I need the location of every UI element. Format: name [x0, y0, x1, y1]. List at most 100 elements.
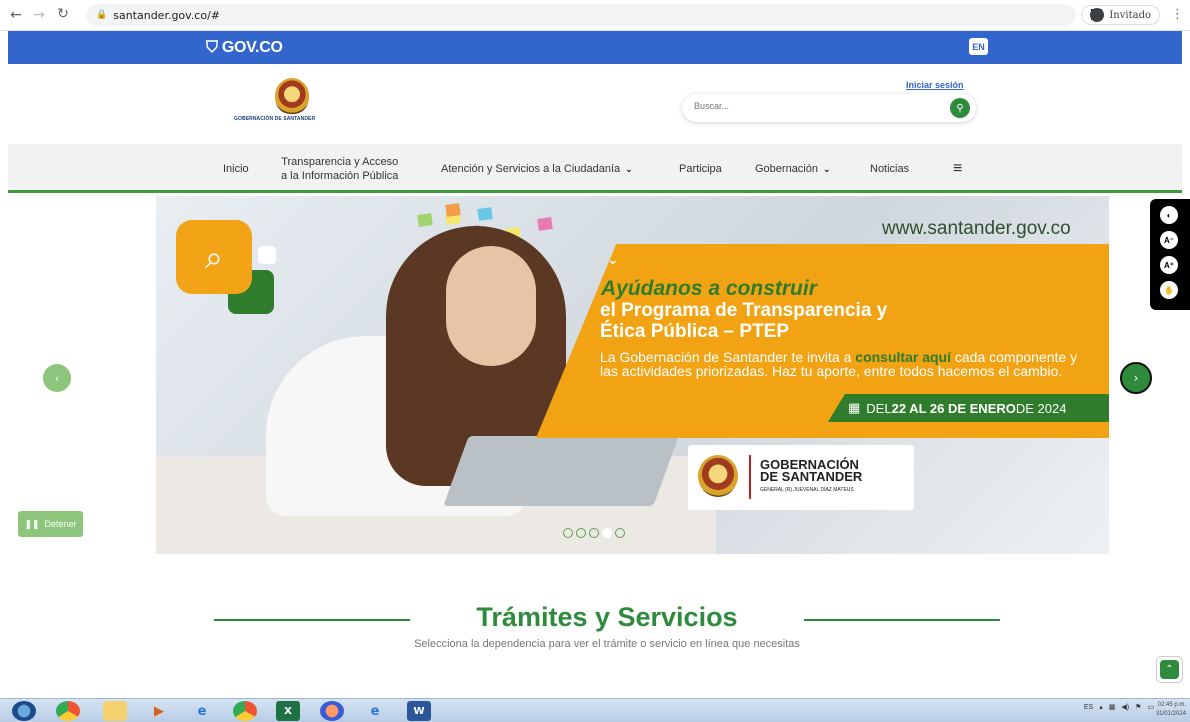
sticky-note	[477, 207, 493, 221]
menu-kebab-icon[interactable]: ⋮	[1171, 7, 1184, 22]
chrome-taskbar-icon-2[interactable]	[233, 701, 257, 721]
chevron-right-icon: ›	[1133, 371, 1139, 385]
section-subtitle: Selecciona la dependencia para ver el tr…	[414, 638, 800, 650]
forward-icon[interactable]: →	[29, 7, 49, 23]
network-icon[interactable]: ▦	[1109, 703, 1116, 711]
increase-text-icon[interactable]: A⁺	[1160, 256, 1178, 274]
clock[interactable]: 02:45 p.m. 31/01/2024	[1156, 701, 1186, 719]
decrease-text-icon[interactable]: A⁻	[1160, 231, 1178, 249]
carousel-indicators	[563, 528, 625, 538]
hamburger-menu-icon[interactable]: ≡	[953, 144, 962, 193]
sticky-note	[417, 213, 433, 227]
contrast-icon[interactable]: ◐	[1160, 206, 1178, 224]
login-link[interactable]: Iniciar sesión	[906, 80, 964, 90]
card-title: GOBERNACIÓN DE SANTANDER	[760, 457, 863, 484]
carousel-dot[interactable]	[563, 528, 573, 538]
internet-explorer-icon-2[interactable]: e	[363, 701, 387, 721]
profile-button[interactable]: Invitado	[1081, 5, 1160, 25]
sticky-note	[537, 217, 553, 231]
banner-body: La Gobernación de Santander te invita a …	[600, 349, 1078, 379]
word-icon[interactable]: W	[407, 701, 431, 721]
file-explorer-icon[interactable]	[103, 701, 127, 721]
profile-label: Invitado	[1109, 9, 1151, 21]
logo-text: GOBERNACIÓN DE SANTANDER	[234, 116, 316, 122]
flag-icon[interactable]: ⚑	[1135, 703, 1141, 711]
gov-bar: ⛉ GOV.CO EN	[8, 31, 1182, 64]
site-header: GOBERNACIÓN DE SANTANDER Iniciar sesión …	[8, 64, 1182, 144]
banner-url: www.santander.gov.co	[882, 218, 1071, 239]
main-nav: Inicio Transparencia y Acceso a la Infor…	[8, 144, 1182, 193]
volume-icon[interactable]: ◀)	[1121, 703, 1129, 711]
nav-item-transparencia[interactable]: Transparencia y Acceso a la Información …	[281, 144, 398, 193]
sign-language-icon[interactable]: ✋	[1160, 281, 1178, 299]
excel-icon[interactable]: X	[276, 701, 300, 721]
banner-headline: Ayúdanos a construir	[601, 277, 817, 300]
media-player-icon[interactable]: ▶	[147, 701, 171, 721]
date-banner: ▦ DEL 22 AL 26 DE ENERO DE 2024	[828, 394, 1109, 422]
banner-subheadline-line1: el Programa de Transparencia y	[600, 300, 888, 321]
card-subtitle: GENERAL (R) JUEVENAL DÍAZ MATEUS	[760, 487, 854, 493]
nav-label: Transparencia y Acceso	[281, 155, 399, 168]
display-icon[interactable]: ▭	[1147, 703, 1154, 711]
internet-explorer-icon[interactable]: e	[190, 701, 214, 721]
gobernacion-card: GOBERNACIÓN DE SANTANDER GENERAL (R) JUEV…	[688, 445, 914, 510]
accessibility-bar: ◐ A⁻ A⁺ ✋	[1150, 199, 1190, 310]
carousel-next-button[interactable]: ›	[1120, 362, 1152, 394]
folder-search-icon: ⌕	[176, 220, 252, 294]
banner-subheadline-line2: Ética Pública – PTEP	[600, 321, 790, 342]
calendar-icon: ▦	[848, 400, 861, 415]
person-face	[446, 246, 536, 366]
laptop-image	[443, 436, 679, 506]
santander-shield-logo[interactable]	[275, 78, 309, 114]
nav-item-gobernacion[interactable]: Gobernación ⌄	[755, 144, 831, 193]
chrome-taskbar-icon[interactable]	[56, 701, 80, 721]
carousel-dot[interactable]	[615, 528, 625, 538]
nav-label: Atención y Servicios a la Ciudadanía	[441, 162, 621, 175]
stop-label: Detener	[44, 519, 77, 529]
search-box: ⚲	[682, 94, 976, 122]
scroll-to-top-button[interactable]: ⌃	[1156, 656, 1183, 683]
search-input[interactable]	[694, 101, 934, 111]
chevron-down-icon: ⌄	[823, 163, 831, 174]
firefox-icon[interactable]	[320, 701, 344, 721]
govco-logo[interactable]: ⛉ GOV.CO	[206, 39, 283, 57]
chevron-down-icon: ⌄	[607, 252, 619, 268]
carousel-dot[interactable]	[602, 528, 612, 538]
carousel-stop-button[interactable]: ❚❚ Detener	[18, 511, 83, 537]
browser-toolbar: ← → ↻ 🔒 santander.gov.co/# Invitado ⋮	[0, 0, 1190, 31]
carousel-dot[interactable]	[576, 528, 586, 538]
nav-item-atencion[interactable]: Atención y Servicios a la Ciudadanía ⌄	[441, 144, 633, 193]
reload-icon[interactable]: ↻	[53, 6, 73, 22]
divider	[749, 455, 751, 499]
sticky-note	[445, 203, 461, 217]
banner-subheadline: el Programa de Transparencia y Ética Púb…	[600, 300, 887, 342]
nav-label: Inicio	[223, 162, 249, 175]
nav-label-line2: a la Información Pública	[281, 169, 399, 182]
url-text: santander.gov.co/#	[113, 8, 221, 22]
hero-banner[interactable]: ⌕ www.santander.gov.co ⌄ Ayúdanos a cons…	[156, 196, 1109, 554]
chevron-down-icon: ⌄	[625, 163, 633, 174]
carousel-dot[interactable]	[589, 528, 599, 538]
back-icon[interactable]: ←	[6, 7, 26, 23]
nav-item-inicio[interactable]: Inicio	[223, 144, 249, 193]
santander-seal-logo	[698, 455, 738, 497]
windows-taskbar: ▶ e X e W ES ▴ ▦ ◀) ⚑ ▭ 02:45 p.m. 31/01…	[0, 698, 1190, 722]
pause-icon: ❚❚	[24, 518, 40, 529]
nav-item-noticias[interactable]: Noticias	[870, 144, 909, 193]
address-bar[interactable]: 🔒 santander.gov.co/#	[86, 4, 1076, 26]
chevron-left-icon: ‹	[54, 371, 60, 385]
tray-arrow-icon[interactable]: ▴	[1099, 703, 1103, 711]
nav-label: Participa	[679, 162, 722, 175]
language-indicator[interactable]: ES	[1084, 704, 1093, 711]
section-title: Trámites y Servicios	[476, 602, 738, 632]
language-button[interactable]: EN	[969, 38, 988, 55]
nav-item-participa[interactable]: Participa	[679, 144, 722, 193]
search-icon: ⚲	[956, 102, 964, 114]
nav-label: Gobernación	[755, 162, 818, 175]
carousel-prev-button[interactable]: ‹	[43, 364, 71, 392]
decorative-square	[258, 246, 276, 264]
start-button[interactable]	[12, 701, 36, 721]
search-button[interactable]: ⚲	[950, 98, 970, 118]
avatar-icon	[1090, 8, 1105, 22]
system-tray: ES ▴ ▦ ◀) ⚑ ▭	[1084, 703, 1154, 712]
